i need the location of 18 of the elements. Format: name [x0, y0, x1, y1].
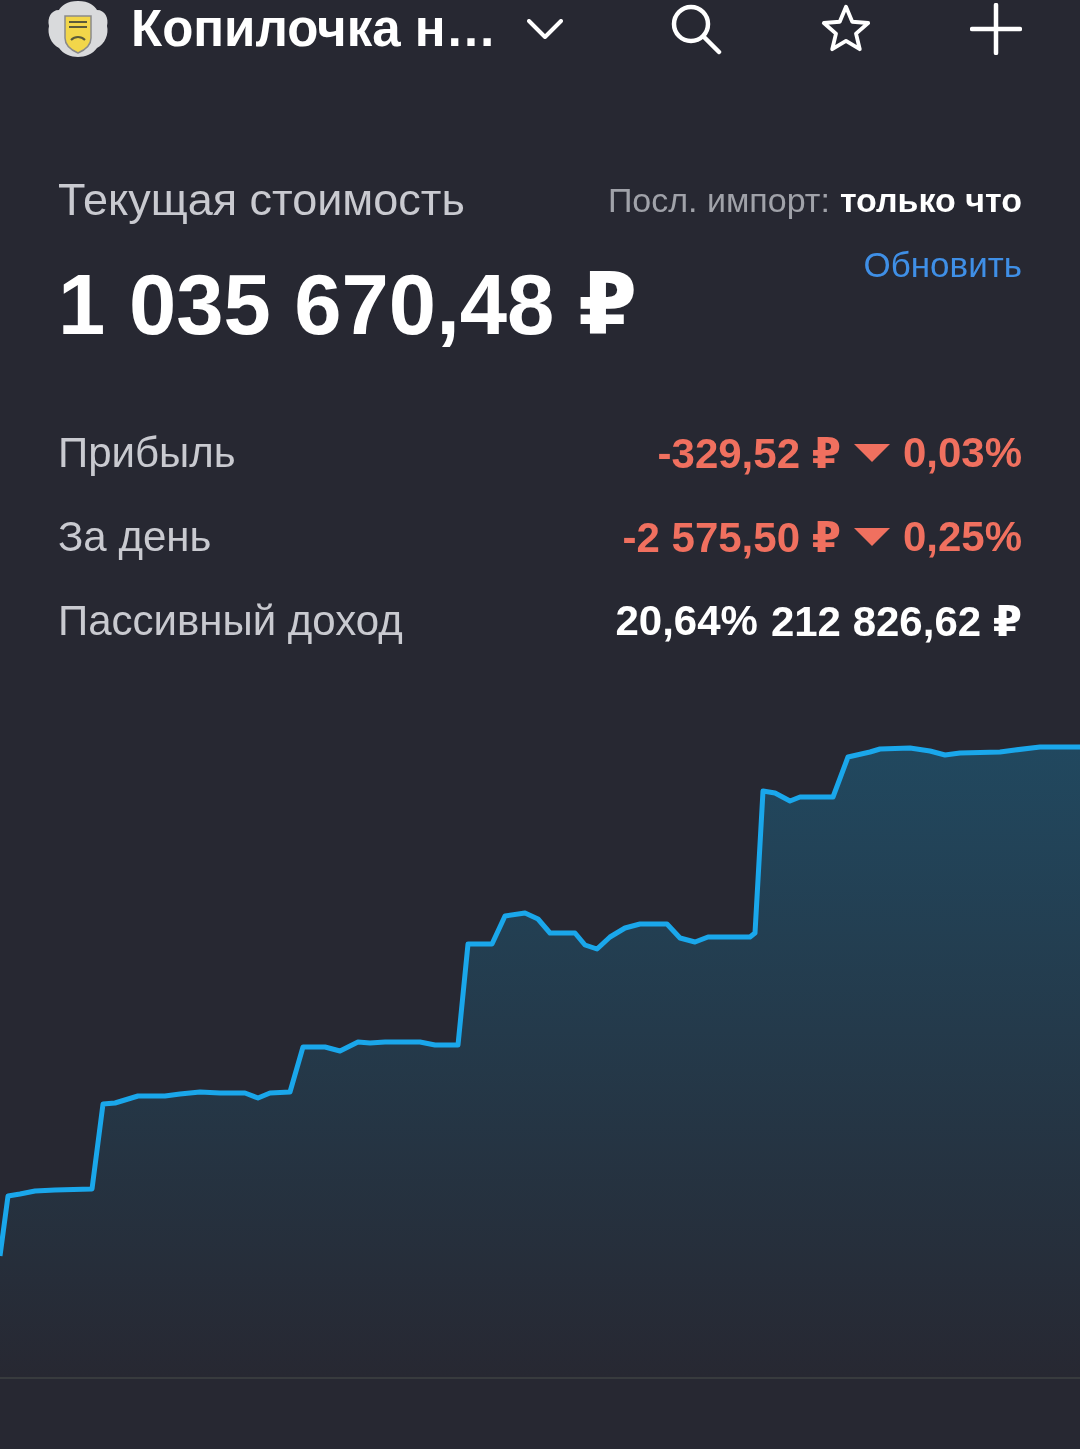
current-value-label: Текущая стоимость — [58, 173, 465, 227]
row-label: Прибыль — [58, 429, 236, 477]
import-time: только что — [839, 180, 1022, 220]
search-icon[interactable] — [670, 3, 722, 55]
row-label: За день — [58, 513, 212, 561]
income-amount: 212 826,62 ₽ — [770, 596, 1022, 646]
change-percent: 0,03% — [902, 429, 1022, 477]
income-percent: 20,64% — [615, 597, 758, 645]
total-value: 1 035 670,48 ₽ — [58, 256, 638, 354]
portfolio-title[interactable]: Копилочка н… — [131, 0, 497, 58]
row-label: Пассивный доход — [58, 597, 403, 645]
refresh-link[interactable]: Обновить — [863, 245, 1022, 285]
import-label: Посл. импорт: — [607, 180, 830, 220]
change-amount: -2 575,50 ₽ — [622, 512, 841, 562]
chevron-down-icon[interactable] — [526, 19, 563, 39]
plus-icon[interactable] — [970, 3, 1022, 55]
change-percent: 0,25% — [902, 513, 1022, 561]
change-amount: -329,52 ₽ — [657, 428, 841, 478]
